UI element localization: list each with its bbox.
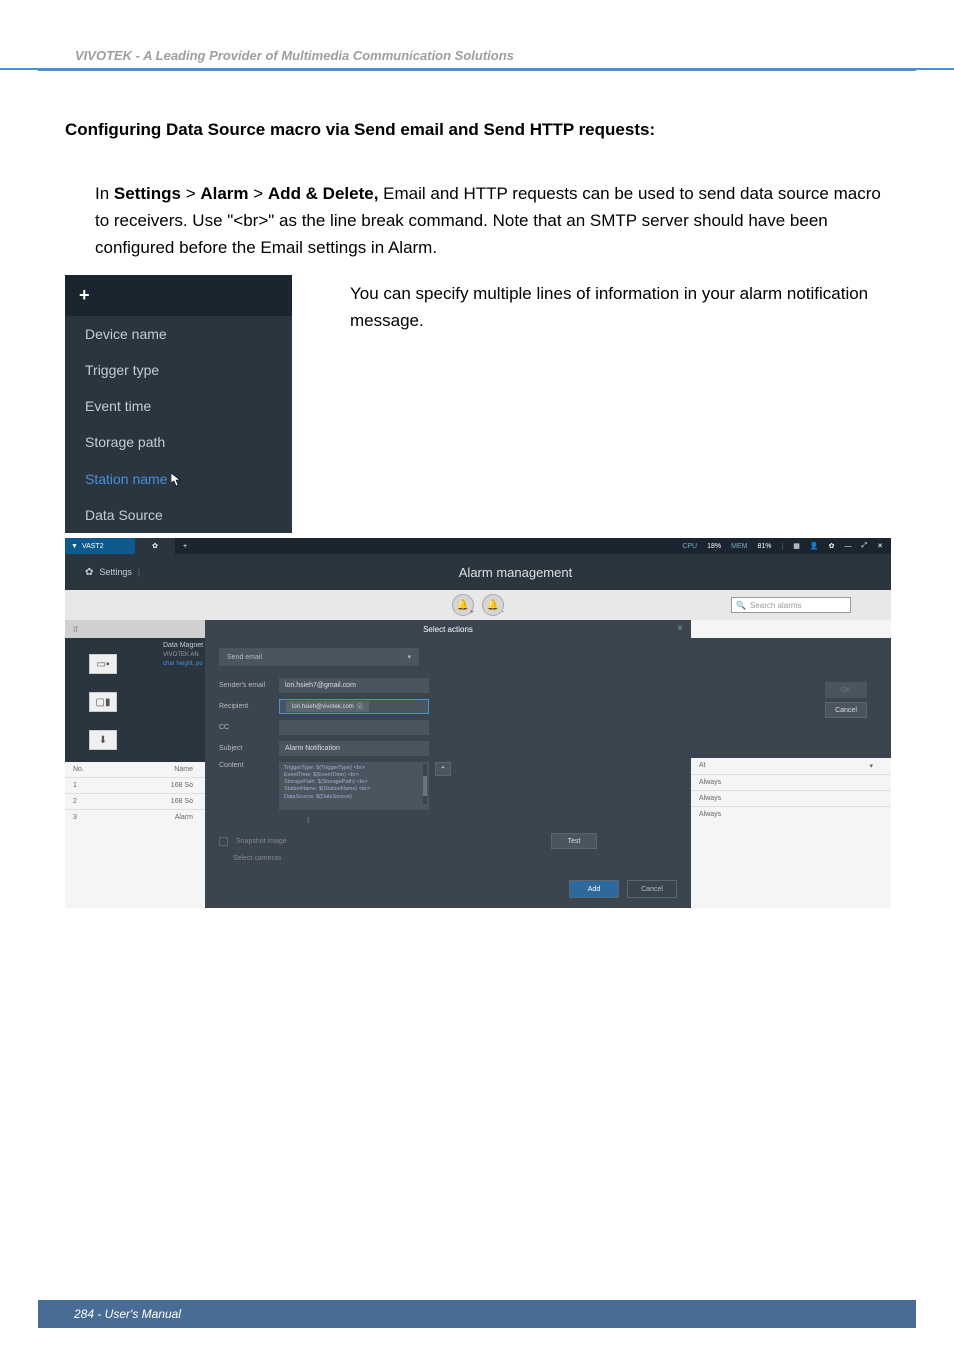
add-button[interactable]: Add bbox=[569, 880, 619, 898]
dialog-close-button[interactable]: × bbox=[677, 623, 683, 634]
header-rule bbox=[38, 70, 916, 71]
at-dropdown-caret[interactable]: ▾ bbox=[846, 762, 883, 770]
plus-badge: + bbox=[470, 609, 474, 616]
col-name: Name bbox=[123, 766, 197, 773]
dialog-header: Select actions × bbox=[205, 620, 691, 638]
sender-email-label: Sender's email bbox=[219, 682, 279, 689]
mem-label: MEM bbox=[731, 543, 747, 550]
settings-row: ✿ Settings | Alarm management bbox=[65, 554, 891, 590]
cc-input[interactable] bbox=[279, 720, 429, 735]
action-type-select[interactable]: Send email ▾ bbox=[219, 648, 419, 666]
condition-icon-3[interactable]: ⬇ bbox=[89, 730, 117, 750]
add-alarm-button[interactable]: 🔔 + bbox=[452, 594, 474, 616]
grid-icon[interactable]: ▦ bbox=[793, 542, 800, 550]
cc-label: CC bbox=[219, 724, 279, 731]
settings-label[interactable]: Settings bbox=[99, 567, 132, 577]
subject-label: Subject bbox=[219, 745, 279, 752]
content-textarea[interactable]: TriggerType: $(TriggerType) <br> EventTi… bbox=[279, 762, 429, 810]
gear-icon[interactable]: ✿ bbox=[829, 542, 835, 550]
minimize-icon[interactable]: — bbox=[845, 543, 852, 550]
macro-item-data-source[interactable]: Data Source bbox=[65, 497, 292, 533]
search-placeholder: Search alarms bbox=[750, 601, 802, 610]
content-add-macro-button[interactable]: + bbox=[435, 762, 451, 776]
table-row[interactable]: 1 168 So bbox=[65, 777, 205, 793]
cpu-value: 18% bbox=[707, 543, 721, 550]
macro-dropdown: + Device name Trigger type Event time St… bbox=[65, 275, 292, 533]
overlap-char-height: char height, po bbox=[163, 661, 203, 667]
macro-item-storage-path[interactable]: Storage path bbox=[65, 424, 292, 460]
app-tab-vast2[interactable]: ▼ VAST2 bbox=[65, 538, 135, 554]
overlap-data-magnet: Data Magnet bbox=[163, 642, 203, 649]
snapshot-checkbox[interactable] bbox=[219, 837, 228, 846]
bell-icon: 🔔 bbox=[487, 600, 499, 611]
search-icon: 🔍 bbox=[736, 601, 746, 610]
select-actions-dialog: Data Magnet VIVOTEK AN char height, po S… bbox=[205, 620, 691, 908]
floating-paragraph: You can specify multiple lines of inform… bbox=[350, 280, 890, 334]
table-row[interactable]: Always bbox=[691, 774, 891, 790]
condition-icon-1[interactable]: ▭▪ bbox=[89, 654, 117, 674]
remove-alarm-button[interactable]: 🔔 - bbox=[482, 594, 504, 616]
remove-chip-icon[interactable]: ⓧ bbox=[357, 702, 363, 711]
recipient-input[interactable]: lori.hsieh@vivotek.com ⓧ bbox=[279, 699, 429, 714]
user-icon[interactable]: 👤 bbox=[810, 542, 819, 550]
sender-email-input[interactable]: lori.hsieh7@gmail.com bbox=[279, 678, 429, 693]
title-text: Configuring Data Source macro via Send e… bbox=[65, 120, 649, 139]
cancel-button[interactable]: Cancel bbox=[627, 880, 677, 898]
table-row[interactable]: 3 Alarm bbox=[65, 809, 205, 825]
content-label: Content bbox=[219, 762, 279, 769]
page-header: VIVOTEK - A Leading Provider of Multimed… bbox=[75, 48, 514, 63]
if-label: If bbox=[73, 625, 77, 634]
recipient-chip[interactable]: lori.hsieh@vivotek.com ⓧ bbox=[286, 701, 369, 712]
macro-item-station-name[interactable]: Station name bbox=[65, 460, 292, 497]
alarm-mode-toggle: 🔔 + 🔔 - bbox=[452, 594, 504, 616]
test-button[interactable]: Test bbox=[551, 833, 597, 849]
app-tab-bar: ▼ VAST2 ✿ + CPU 18% MEM 81% | ▦ 👤 ✿ — ⤢ … bbox=[65, 538, 891, 554]
title-colon: : bbox=[649, 120, 655, 139]
body-paragraph-1: In Settings > Alarm > Add & Delete, Emai… bbox=[95, 180, 889, 262]
vivotek-logo-icon: ▼ bbox=[71, 543, 78, 550]
controls-row: 🔔 + 🔔 - 🔍 Search alarms bbox=[65, 590, 891, 620]
app-status-right: CPU 18% MEM 81% | ▦ 👤 ✿ — ⤢ ✕ bbox=[682, 542, 891, 550]
macro-plus-button[interactable]: + bbox=[65, 275, 292, 316]
col-at: At bbox=[699, 762, 773, 770]
scrollbar[interactable] bbox=[423, 764, 427, 804]
select-cameras-link[interactable]: Select cameras bbox=[219, 849, 677, 862]
col-no: No. bbox=[73, 766, 123, 773]
cancel-button-right[interactable]: Cancel bbox=[825, 702, 867, 718]
alarm-list-table: No. Name 1 168 So 2 168 So 3 Alarm bbox=[65, 762, 205, 908]
cursor-icon bbox=[171, 473, 183, 490]
search-input[interactable]: 🔍 Search alarms bbox=[731, 597, 851, 613]
table-row[interactable]: Always bbox=[691, 790, 891, 806]
mem-value: 81% bbox=[757, 543, 771, 550]
app-tab-add[interactable]: + bbox=[175, 543, 195, 550]
table-row[interactable]: 2 168 So bbox=[65, 793, 205, 809]
subject-input[interactable]: Alarm Notification bbox=[279, 741, 429, 756]
settings-gear-icon: ✿ bbox=[85, 567, 93, 578]
ok-button[interactable]: OK bbox=[825, 682, 867, 698]
macro-item-trigger-type[interactable]: Trigger type bbox=[65, 352, 292, 388]
chevron-down-icon: ▾ bbox=[407, 653, 411, 661]
condition-icon-2[interactable]: ▢▮ bbox=[89, 692, 117, 712]
snapshot-label: Snapshot image bbox=[236, 838, 287, 845]
page-title: Alarm management bbox=[140, 565, 891, 580]
cpu-label: CPU bbox=[682, 543, 697, 550]
maximize-icon[interactable]: ⤢ bbox=[862, 542, 868, 550]
section-title: Configuring Data Source macro via Send e… bbox=[65, 120, 889, 140]
page-footer: 284 - User's Manual bbox=[38, 1300, 916, 1328]
macro-item-device-name[interactable]: Device name bbox=[65, 316, 292, 352]
app-tab-settings-gear[interactable]: ✿ bbox=[135, 538, 175, 554]
bell-icon: 🔔 bbox=[457, 600, 469, 611]
close-icon[interactable]: ✕ bbox=[877, 542, 883, 550]
macro-item-event-time[interactable]: Event time bbox=[65, 388, 292, 424]
table-row[interactable]: Always bbox=[691, 806, 891, 822]
recipient-label: Recipient bbox=[219, 703, 279, 710]
app-screenshot: ▼ VAST2 ✿ + CPU 18% MEM 81% | ▦ 👤 ✿ — ⤢ … bbox=[65, 538, 891, 908]
text-cursor-icon: I bbox=[307, 816, 677, 825]
overlap-vivotek: VIVOTEK AN bbox=[163, 652, 199, 658]
minus-badge: - bbox=[502, 609, 504, 616]
footer-text: 284 - User's Manual bbox=[74, 1307, 181, 1321]
